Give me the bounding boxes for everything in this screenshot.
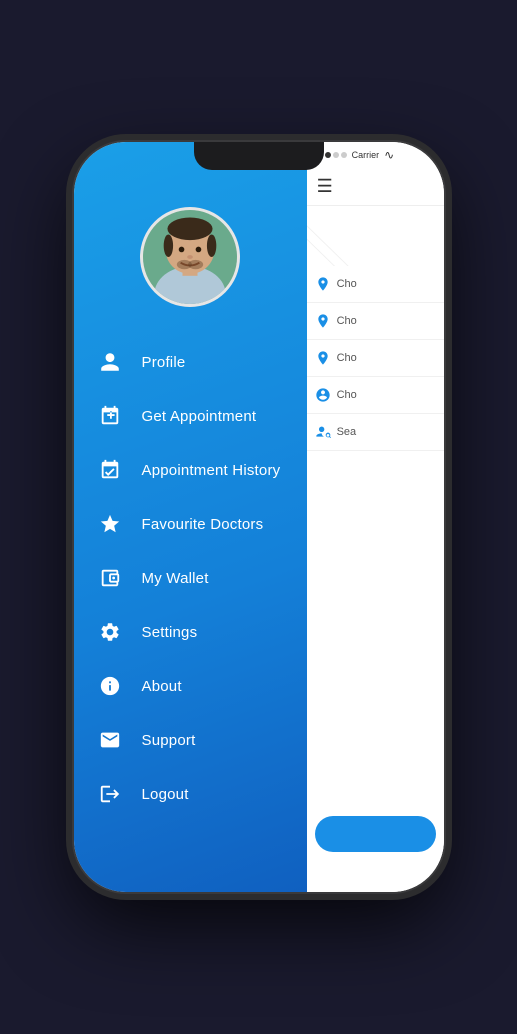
carrier-label: Carrier — [352, 150, 380, 160]
logout-icon — [96, 780, 124, 808]
sidebar-item-about[interactable]: About — [96, 659, 307, 713]
calendar-check-icon — [96, 456, 124, 484]
choice-item-2-text: Cho — [337, 315, 357, 327]
info-icon — [96, 672, 124, 700]
sidebar-item-support[interactable]: Support — [96, 713, 307, 767]
person-circle-icon — [315, 387, 331, 403]
sidebar-item-settings-label: Settings — [142, 624, 198, 641]
choice-item-5-text: Sea — [337, 426, 357, 438]
sidebar-item-logout-label: Logout — [142, 786, 189, 803]
screen: Profile Get Appointment — [74, 142, 444, 892]
sidebar-item-profile[interactable]: Profile — [96, 335, 307, 389]
phone-screen: Profile Get Appointment — [74, 142, 444, 892]
signal-dot-4 — [341, 152, 347, 158]
wifi-icon: ∿ — [384, 148, 394, 162]
pin-icon-1 — [315, 313, 331, 329]
location-person-icon — [315, 276, 331, 292]
choice-item-3[interactable]: Cho — [307, 340, 444, 377]
sidebar-item-get-appointment[interactable]: Get Appointment — [96, 389, 307, 443]
signal-dot-3 — [333, 152, 339, 158]
sidebar-item-appointment-history[interactable]: Appointment History — [96, 443, 307, 497]
hamburger-button[interactable]: ☰ — [317, 176, 333, 197]
status-bar: Carrier ∿ — [307, 142, 444, 168]
drawer-menu: Profile Get Appointment — [74, 142, 307, 892]
choice-item-4-text: Cho — [337, 389, 357, 401]
choice-item-1-text: Cho — [337, 278, 357, 290]
sidebar-item-about-label: About — [142, 678, 182, 695]
sidebar-item-my-wallet-label: My Wallet — [142, 570, 209, 587]
choice-item-4[interactable]: Cho — [307, 377, 444, 414]
choice-items-list: Cho Cho — [307, 266, 444, 451]
person-search-icon — [315, 424, 331, 440]
gear-icon — [96, 618, 124, 646]
content-area: Cho Cho — [307, 206, 444, 892]
sidebar-item-favourite-doctors-label: Favourite Doctors — [142, 516, 264, 533]
choice-item-5[interactable]: Sea — [307, 414, 444, 451]
search-button[interactable] — [315, 816, 436, 852]
choice-item-2[interactable]: Cho — [307, 303, 444, 340]
sidebar-item-profile-label: Profile — [142, 354, 186, 371]
sidebar-item-my-wallet[interactable]: My Wallet — [96, 551, 307, 605]
star-icon — [96, 510, 124, 538]
wallet-icon — [96, 564, 124, 592]
menu-list: Profile Get Appointment — [74, 335, 307, 821]
avatar-container — [74, 207, 307, 307]
sidebar-item-get-appointment-label: Get Appointment — [142, 408, 257, 425]
sidebar-item-logout[interactable]: Logout — [96, 767, 307, 821]
signal-dots: Carrier ∿ — [317, 148, 395, 162]
calendar-plus-icon — [96, 402, 124, 430]
phone-frame: Profile Get Appointment — [74, 142, 444, 892]
main-content: Carrier ∿ ☰ — [307, 142, 444, 892]
sidebar-item-appointment-history-label: Appointment History — [142, 462, 281, 479]
person-icon — [96, 348, 124, 376]
avatar — [140, 207, 240, 307]
signal-dot-2 — [325, 152, 331, 158]
sidebar-item-settings[interactable]: Settings — [96, 605, 307, 659]
avatar-image — [143, 210, 237, 304]
sidebar-item-support-label: Support — [142, 732, 196, 749]
envelope-icon — [96, 726, 124, 754]
header-bar: ☰ — [307, 168, 444, 206]
sidebar-item-favourite-doctors[interactable]: Favourite Doctors — [96, 497, 307, 551]
choice-item-1[interactable]: Cho — [307, 266, 444, 303]
choice-item-3-text: Cho — [337, 352, 357, 364]
phone-notch — [194, 142, 324, 170]
pin-icon-2 — [315, 350, 331, 366]
